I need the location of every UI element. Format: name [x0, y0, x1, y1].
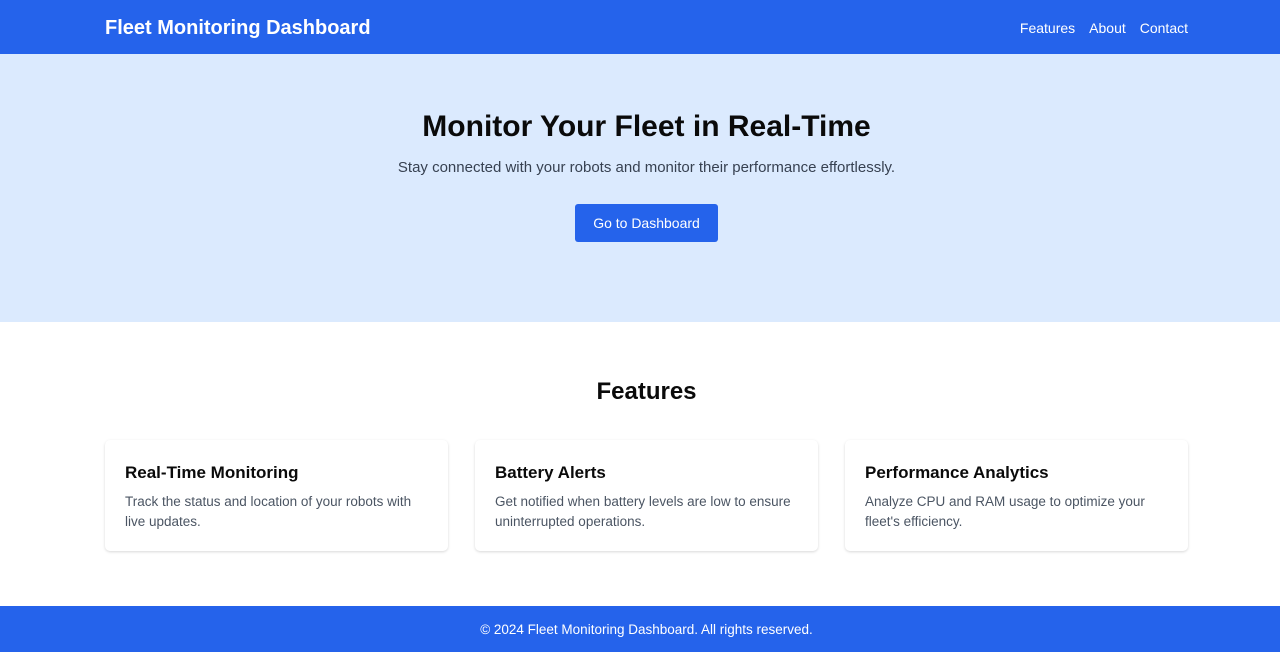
feature-card-description: Track the status and location of your ro… — [125, 494, 412, 529]
feature-card-description: Get notified when battery levels are low… — [495, 494, 791, 529]
feature-card-title: Battery Alerts — [495, 463, 606, 482]
nav-link-features[interactable]: Features — [1020, 18, 1075, 38]
feature-card-title: Performance Analytics — [865, 463, 1049, 482]
hero-section: Monitor Your Fleet in Real-Time Stay con… — [0, 54, 1280, 322]
feature-card-description: Analyze CPU and RAM usage to optimize yo… — [865, 494, 1145, 529]
page-footer: © 2024 Fleet Monitoring Dashboard. All r… — [0, 606, 1280, 652]
feature-card-real-time-monitoring: Real-Time Monitoring Track the status an… — [105, 440, 448, 551]
top-navbar: Fleet Monitoring Dashboard Features Abou… — [0, 0, 1280, 54]
nav-link-about[interactable]: About — [1089, 18, 1126, 38]
feature-card-performance-analytics: Performance Analytics Analyze CPU and RA… — [845, 440, 1188, 551]
main-nav: Features About Contact — [1020, 18, 1188, 38]
brand-title[interactable]: Fleet Monitoring Dashboard — [105, 14, 371, 42]
feature-card-title: Real-Time Monitoring — [125, 463, 299, 482]
go-to-dashboard-button[interactable]: Go to Dashboard — [575, 204, 718, 242]
copyright-text: © 2024 Fleet Monitoring Dashboard. All r… — [480, 622, 813, 637]
hero-subtitle: Stay connected with your robots and moni… — [397, 159, 896, 176]
hero-title: Monitor Your Fleet in Real-Time — [422, 110, 871, 143]
feature-card-battery-alerts: Battery Alerts Get notified when battery… — [475, 440, 818, 551]
features-heading: Features — [596, 378, 697, 405]
nav-link-contact[interactable]: Contact — [1140, 18, 1188, 38]
